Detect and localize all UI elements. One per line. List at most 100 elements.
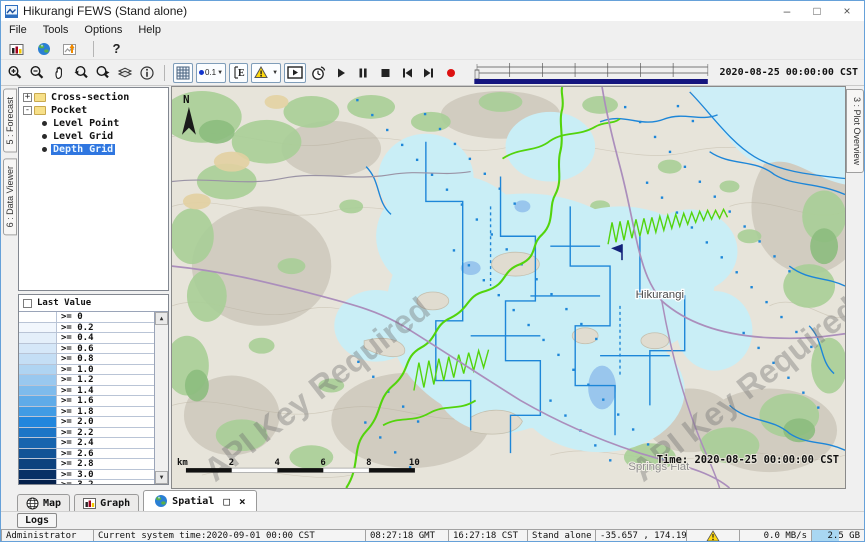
status-memory: 2.5 GB	[811, 529, 865, 542]
warning-dropdown-button[interactable]: ▼	[251, 63, 281, 83]
legend-row: >= 1.6	[19, 396, 154, 407]
town-label: Hikurangi	[636, 289, 684, 301]
legend-value: >= 1.6	[57, 396, 94, 406]
timeseries-icon[interactable]	[61, 39, 80, 59]
maximize-button[interactable]: □	[802, 1, 832, 21]
legend-swatch	[19, 312, 57, 322]
tab-map[interactable]: Map	[17, 494, 70, 511]
scroll-up-icon[interactable]: ▲	[155, 312, 168, 325]
menu-help[interactable]: Help	[130, 23, 169, 37]
tree-item-depth-grid[interactable]: Depth Grid	[20, 143, 167, 156]
legend-value: >= 3.2	[57, 480, 94, 484]
help-icon[interactable]: ?	[107, 39, 126, 59]
svg-text:4: 4	[275, 458, 280, 468]
legend-swatch	[19, 459, 57, 469]
play-button[interactable]	[331, 63, 350, 83]
svg-text:6: 6	[320, 458, 325, 468]
tree-item-label: Level Grid	[51, 131, 115, 142]
zoom-in-icon[interactable]	[5, 63, 24, 83]
scroll-down-icon[interactable]: ▼	[155, 471, 168, 484]
status-warning-cell	[686, 529, 740, 542]
legend-row: >= 1.0	[19, 365, 154, 376]
timeline-handle	[475, 70, 479, 79]
app-icon	[5, 5, 18, 18]
status-user: Administrator	[1, 529, 94, 542]
menu-bar: File Tools Options Help	[1, 21, 864, 38]
warning-icon[interactable]	[706, 530, 720, 542]
tree-item-level-grid[interactable]: Level Grid	[20, 130, 167, 143]
svg-text:2: 2	[229, 458, 234, 468]
tab-close-icon[interactable]: ×	[239, 495, 246, 508]
legend-value: >= 1.8	[57, 407, 94, 417]
legend-value: >= 0.8	[57, 354, 94, 364]
legend-swatch	[19, 428, 57, 438]
tree-item-cross-section[interactable]: + Cross-section	[20, 91, 167, 104]
tree-item-level-point[interactable]: Level Point	[20, 117, 167, 130]
legend-row: >= 0.4	[19, 333, 154, 344]
chevron-down-icon: ▼	[217, 70, 223, 76]
tab-data-viewer[interactable]: 6 : Data Viewer	[3, 158, 17, 235]
zoom-previous-icon[interactable]	[71, 63, 90, 83]
legend-scrollbar[interactable]: ▲ ▼	[154, 312, 168, 484]
legend-header: Last Value	[19, 295, 168, 311]
legend-row: >= 0.8	[19, 354, 154, 365]
minimize-button[interactable]: –	[772, 1, 802, 21]
tab-label: Map	[43, 498, 61, 509]
explorer-icon[interactable]	[7, 39, 26, 59]
zoom-out-icon[interactable]	[27, 63, 46, 83]
wire-globe-icon	[26, 497, 39, 510]
last-value-label: Last Value	[37, 298, 91, 308]
stop-button[interactable]	[375, 63, 394, 83]
label-toggle-button[interactable]: E	[229, 63, 248, 83]
timeline-span-bar	[474, 79, 707, 84]
skip-start-button[interactable]	[397, 63, 416, 83]
tab-forecast[interactable]: 5 : Forecast	[3, 89, 17, 153]
legend-row: >= 2.2	[19, 428, 154, 439]
map-display-icon[interactable]	[34, 39, 53, 59]
animation-clock-icon[interactable]	[309, 63, 328, 83]
legend-value: >= 2.6	[57, 449, 94, 459]
tab-plot-overview[interactable]: 3 : Plot Overview	[846, 89, 864, 173]
info-icon[interactable]	[137, 63, 156, 83]
scale-dropdown-button[interactable]: 0.1 ▼	[196, 63, 226, 83]
legend-row: >= 0	[19, 312, 154, 323]
pan-hand-icon[interactable]	[49, 63, 68, 83]
last-value-checkbox[interactable]	[23, 299, 32, 308]
record-button[interactable]	[441, 63, 460, 83]
menu-options[interactable]: Options	[76, 23, 130, 37]
tab-maximize-icon[interactable]: □	[223, 495, 230, 508]
expander-icon[interactable]: -	[23, 106, 32, 115]
zoom-next-icon[interactable]	[93, 63, 112, 83]
skip-end-button[interactable]	[419, 63, 438, 83]
expander-icon[interactable]: +	[23, 93, 32, 102]
timeline-slider[interactable]	[473, 60, 710, 86]
tab-spatial[interactable]: Spatial □ ×	[143, 490, 256, 511]
chevron-down-icon: ▼	[272, 70, 278, 76]
tree-item-pocket[interactable]: - Pocket	[20, 104, 167, 117]
grid-display-button[interactable]	[173, 63, 193, 83]
legend-value: >= 2.2	[57, 428, 94, 438]
svg-text:E: E	[238, 68, 245, 79]
animation-player-button[interactable]	[284, 63, 306, 83]
close-button[interactable]: ×	[832, 1, 862, 21]
status-bar: Administrator Current system time:2020-0…	[1, 529, 864, 542]
legend-value: >= 1.4	[57, 386, 94, 396]
pause-button[interactable]	[353, 63, 372, 83]
legend-panel: Last Value >= 0 >= 0.2 >= 0.4 >= 0.6 >= …	[18, 294, 169, 485]
layers-icon[interactable]	[115, 63, 134, 83]
legend-value: >= 1.0	[57, 365, 94, 375]
tab-graph[interactable]: Graph	[74, 494, 139, 511]
svg-text:N: N	[183, 93, 190, 106]
menu-tools[interactable]: Tools	[35, 23, 77, 37]
legend-value: >= 2.4	[57, 438, 94, 448]
legend-value: >= 0	[57, 312, 83, 322]
logs-button[interactable]: Logs	[17, 513, 57, 528]
scale-value: 0.1	[205, 68, 216, 77]
legend-value: >= 3.0	[57, 470, 94, 480]
layer-tree: + Cross-section - Pocket Level Point Lev…	[18, 87, 169, 291]
menu-file[interactable]: File	[1, 23, 35, 37]
legend-row: >= 0.2	[19, 323, 154, 334]
map-view[interactable]: API Key Required API Key Required Hikura…	[171, 86, 846, 489]
legend-row: >= 3.0	[19, 470, 154, 481]
legend-swatch	[19, 386, 57, 396]
